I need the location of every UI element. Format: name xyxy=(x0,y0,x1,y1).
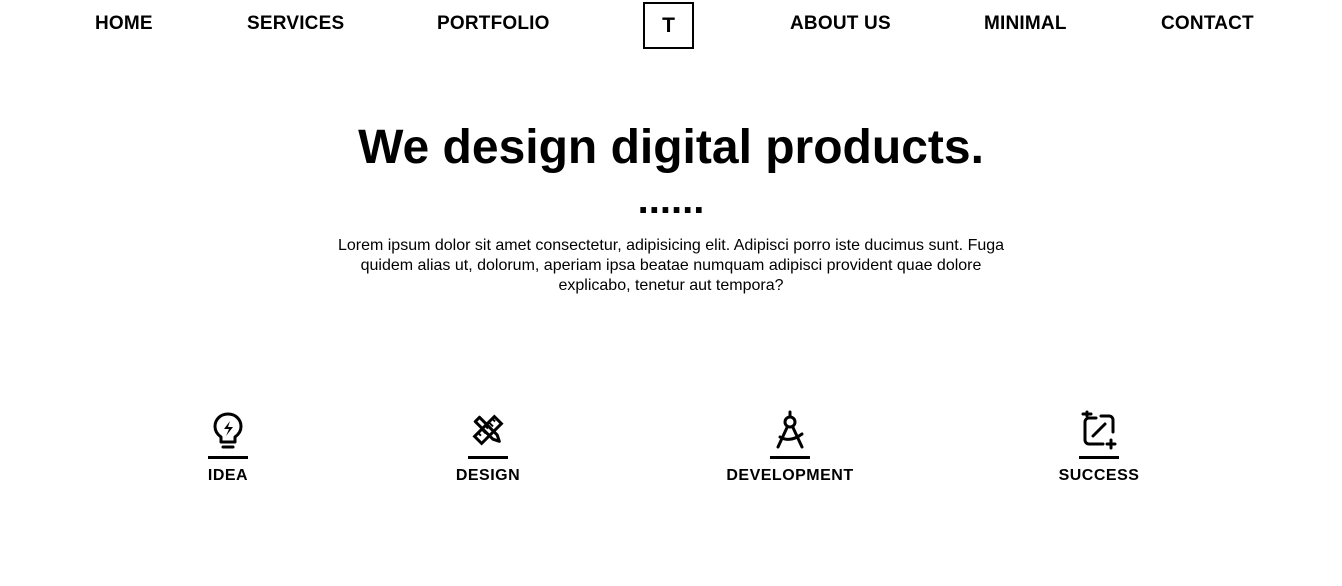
compass-icon xyxy=(776,410,804,449)
hero-divider-dots: ...... xyxy=(637,178,705,222)
feature-label: SUCCESS xyxy=(1058,467,1140,484)
hero-intro-text: Lorem ipsum dolor sit amet consectetur, … xyxy=(337,237,1005,294)
nav-about-link[interactable]: ABOUT US xyxy=(790,13,891,35)
logo[interactable]: T xyxy=(643,2,694,49)
feature-label: DEVELOPMENT xyxy=(726,467,854,484)
feature-label: DESIGN xyxy=(455,467,521,484)
feature-underline xyxy=(468,456,508,459)
nav-services-link[interactable]: SERVICES xyxy=(247,13,344,35)
lightbulb-icon xyxy=(213,412,243,449)
nav-home-link[interactable]: HOME xyxy=(95,13,153,35)
feature-success: SUCCESS xyxy=(1049,410,1149,485)
hero-title: We design digital products. xyxy=(358,121,984,174)
page: HOME SERVICES PORTFOLIO T ABOUT US MINIM… xyxy=(0,0,1342,586)
nav-portfolio-link[interactable]: PORTFOLIO xyxy=(437,13,550,35)
feature-underline xyxy=(1079,456,1119,459)
feature-label: IDEA xyxy=(207,467,249,484)
feature-underline xyxy=(770,456,810,459)
feature-underline xyxy=(208,456,248,459)
pencil-ruler-icon xyxy=(472,414,504,446)
feature-development: DEVELOPMENT xyxy=(710,410,870,485)
link-icon xyxy=(1081,410,1117,450)
feature-design: DESIGN xyxy=(438,410,538,485)
nav-minimal-link[interactable]: MINIMAL xyxy=(984,13,1067,35)
top-nav: HOME SERVICES PORTFOLIO T ABOUT US MINIM… xyxy=(0,0,1342,50)
nav-contact-link[interactable]: CONTACT xyxy=(1161,13,1254,35)
feature-idea: IDEA xyxy=(178,410,278,485)
